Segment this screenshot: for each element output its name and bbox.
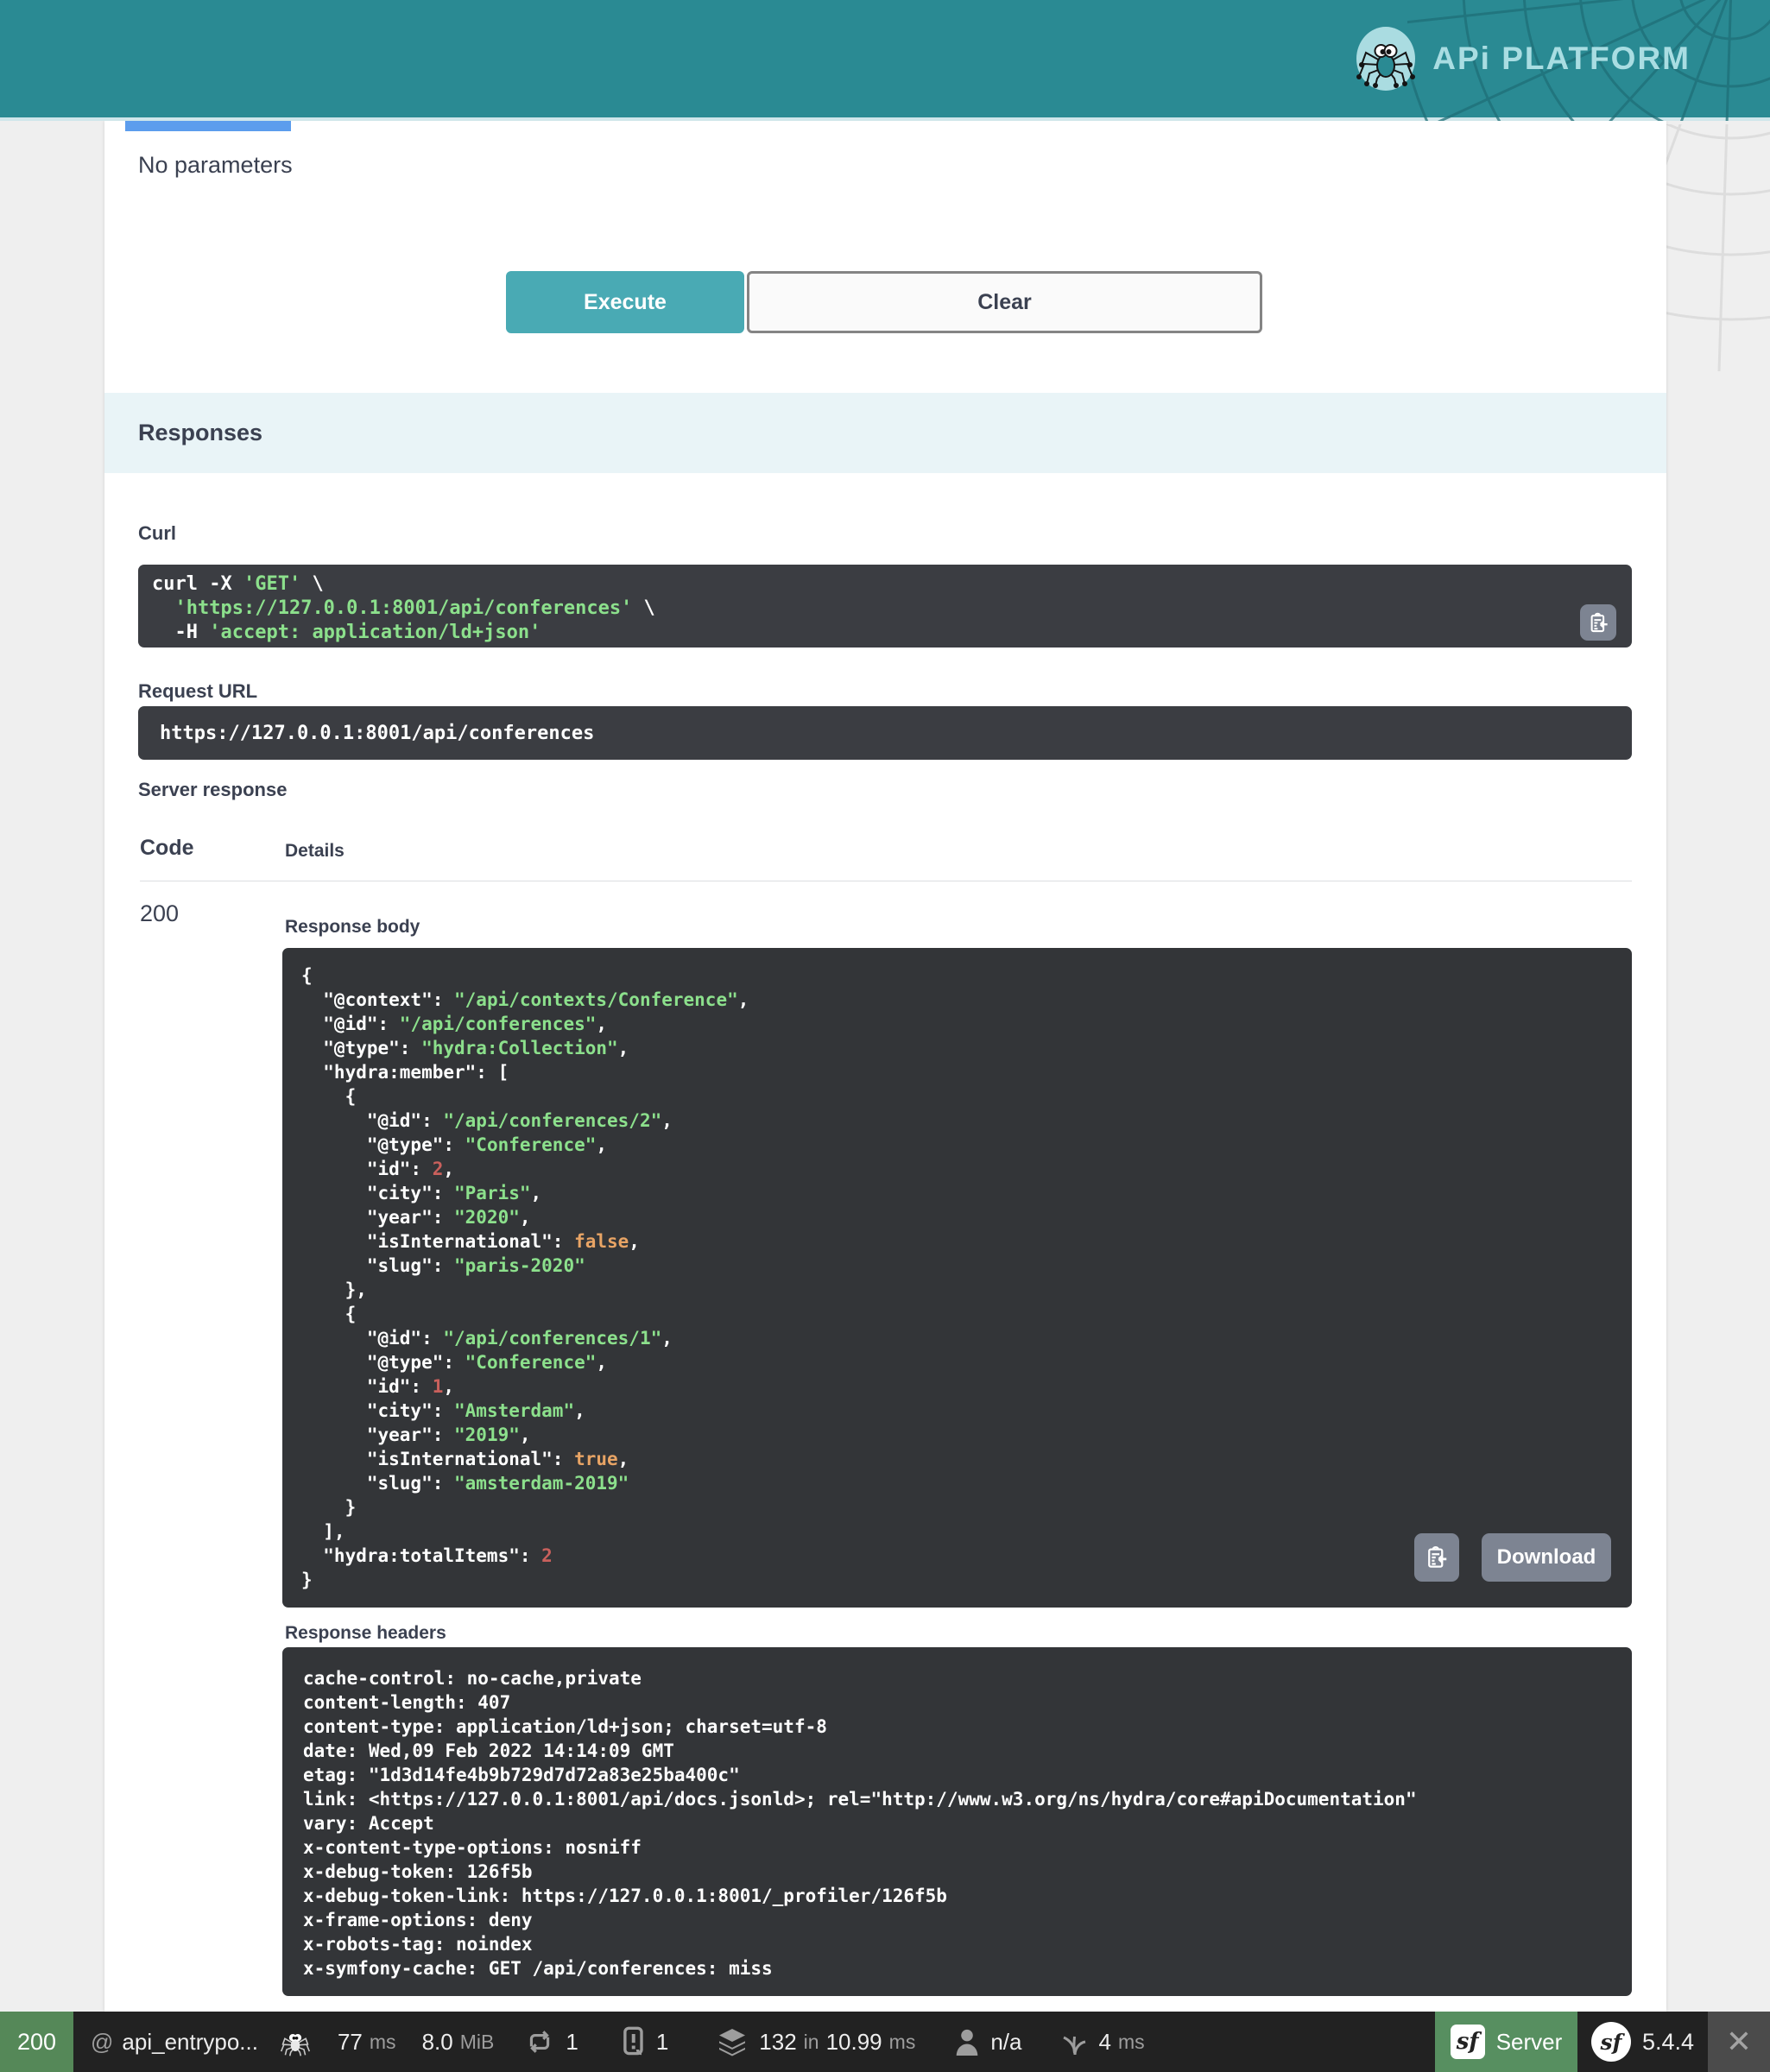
symfony-round-logo: sf [1591, 2022, 1631, 2062]
version-number: 5.4.4 [1642, 2029, 1694, 2056]
api-platform-page: APi PLATFORM No parameters Execute Clear… [0, 0, 1770, 2072]
user-value: n/a [990, 2029, 1021, 2056]
copy-response-button[interactable] [1414, 1533, 1459, 1582]
request-url-block: https://127.0.0.1:8001/api/conferences [138, 706, 1632, 760]
requests-sync-icon [524, 2027, 555, 2056]
details-column-header: Details [285, 841, 345, 862]
toolbar-server[interactable]: sf Server [1435, 2012, 1577, 2072]
spider-icon [279, 2025, 312, 2059]
server-response-label: Server response [138, 779, 287, 801]
request-url-label: Request URL [138, 680, 257, 703]
response-headers-label: Response headers [285, 1623, 446, 1644]
twig-time-unit: ms [1118, 2031, 1145, 2054]
symfony-sf-logo: sf [1451, 2025, 1485, 2059]
toolbar-api-platform[interactable] [279, 2025, 312, 2059]
toolbar-close-button[interactable]: ✕ [1708, 2012, 1770, 2072]
memory-unit: MiB [460, 2031, 495, 2054]
toolbar-time[interactable]: 77 ms [338, 2029, 396, 2056]
toolbar-twig[interactable]: 4 ms [1060, 2026, 1144, 2057]
clipboard-copy-icon [1424, 1545, 1450, 1570]
toolbar-exceptions[interactable]: 1 [622, 2026, 668, 2057]
close-icon: ✕ [1726, 2024, 1752, 2060]
toolbar-status-badge[interactable]: 200 [0, 2012, 73, 2072]
code-column-header: Code [140, 836, 194, 861]
curl-command-text: curl -X 'GET' \ 'https://127.0.0.1:8001/… [152, 572, 1580, 645]
response-body-label: Response body [285, 917, 420, 938]
at-icon: @ [91, 2029, 113, 2056]
symfony-profiler-toolbar: 200 @ api_entrypo... 77 ms 8 [0, 2012, 1770, 2072]
operation-panel: No parameters Execute Clear Responses Cu… [104, 121, 1666, 2012]
execute-button[interactable]: Execute [506, 271, 744, 333]
twig-time: 4 [1098, 2029, 1110, 2056]
toolbar-memory[interactable]: 8.0 MiB [422, 2029, 495, 2056]
db-time-unit: ms [889, 2031, 916, 2054]
response-body-block: { "@context": "/api/contexts/Conference"… [282, 948, 1632, 1608]
response-headers-text: cache-control: no-cache,privatecontent-l… [303, 1666, 1632, 1980]
twig-sprout-icon [1060, 2026, 1088, 2057]
clear-button[interactable]: Clear [747, 271, 1262, 333]
toolbar-requests[interactable]: 1 [524, 2027, 578, 2056]
exceptions-count: 1 [656, 2029, 668, 2056]
curl-label: Curl [138, 522, 176, 545]
brand-wordmark: APi PLATFORM [1432, 41, 1691, 77]
db-time: 10.99 [826, 2029, 882, 2056]
copy-curl-button[interactable] [1580, 604, 1616, 641]
time-unit: ms [370, 2031, 396, 2054]
response-headers-block: cache-control: no-cache,privatecontent-l… [282, 1647, 1632, 1996]
time-value: 77 [338, 2029, 363, 2056]
download-button[interactable]: Download [1482, 1533, 1611, 1582]
requests-count: 1 [566, 2029, 578, 2056]
db-in-label: in [804, 2031, 819, 2054]
user-icon [954, 2028, 980, 2056]
app-header: APi PLATFORM [0, 0, 1770, 121]
active-tab-indicator [125, 120, 291, 131]
exception-log-icon [622, 2026, 646, 2057]
toolbar-symfony-version[interactable]: sf 5.4.4 [1577, 2012, 1708, 2072]
memory-value: 8.0 [422, 2029, 453, 2056]
toolbar-database[interactable]: 132 in 10.99 ms [716, 2026, 915, 2057]
api-platform-spider-logo [1355, 26, 1417, 92]
responses-title: Responses [138, 420, 262, 446]
brand: APi PLATFORM [1355, 26, 1691, 92]
no-parameters-text: No parameters [138, 152, 293, 179]
db-query-count: 132 [759, 2029, 796, 2056]
curl-command-block: curl -X 'GET' \ 'https://127.0.0.1:8001/… [138, 565, 1632, 648]
request-url-text: https://127.0.0.1:8001/api/conferences [160, 723, 594, 744]
responses-section-header: Responses [104, 393, 1666, 473]
toolbar-route[interactable]: @ api_entrypo... [91, 2029, 258, 2056]
layers-icon [716, 2026, 749, 2057]
response-body-json: { "@context": "/api/contexts/Conference"… [301, 963, 1632, 1592]
server-label: Server [1496, 2029, 1563, 2056]
toolbar-right-group: sf Server sf 5.4.4 ✕ [1435, 2012, 1770, 2072]
toolbar-user[interactable]: n/a [954, 2028, 1021, 2056]
clipboard-copy-icon [1587, 611, 1610, 635]
toolbar-route-name: api_entrypo... [122, 2029, 258, 2056]
status-code-value: 200 [140, 900, 179, 927]
